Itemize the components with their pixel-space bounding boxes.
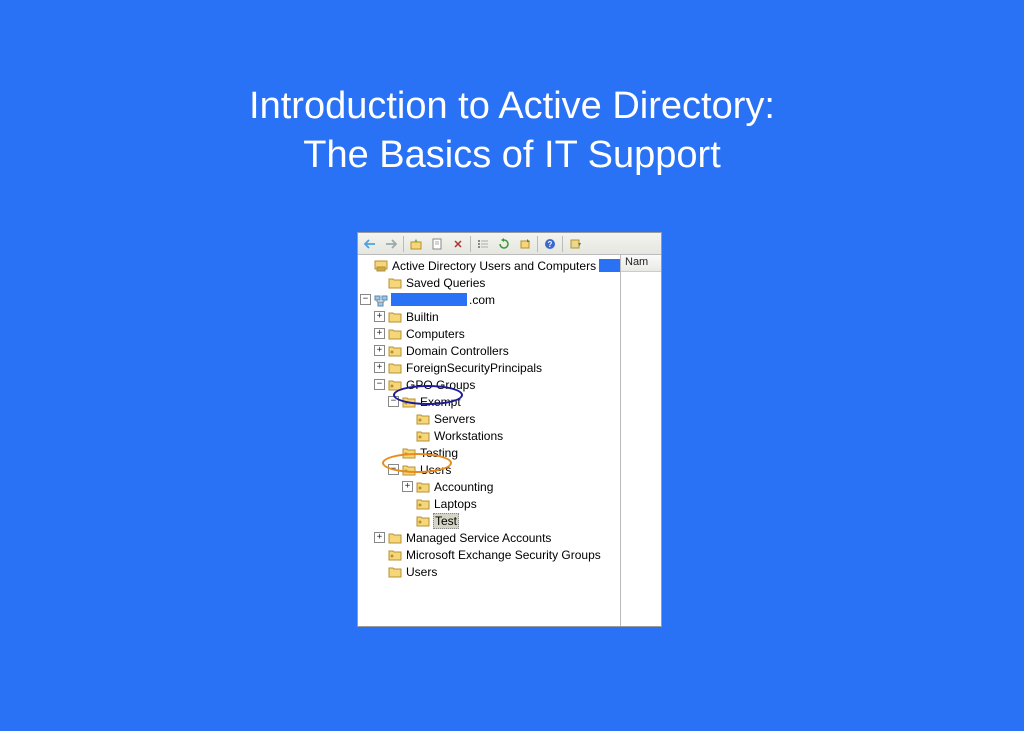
expander-plus-icon[interactable]: + [374, 362, 385, 373]
ou-icon [388, 548, 402, 562]
tree-node-builtin[interactable]: + Builtin [360, 308, 620, 325]
expander-minus-icon[interactable]: − [360, 294, 371, 305]
ou-icon [402, 395, 416, 409]
folder-icon [388, 531, 402, 545]
svg-text:?: ? [548, 240, 553, 249]
tree-label: Accounting [433, 480, 494, 494]
tree-label: Testing [419, 446, 459, 460]
nav-forward-button[interactable] [381, 235, 401, 253]
details-panel: Nam [621, 255, 661, 626]
tree-label: Exempt [419, 395, 462, 409]
tree-label: Microsoft Exchange Security Groups [405, 548, 602, 562]
tree-label-selected: Test [433, 513, 459, 529]
slide-title: Introduction to Active Directory: The Ba… [0, 82, 1024, 181]
tree-node-domain[interactable]: − .com [360, 291, 620, 308]
tree-view[interactable]: Active Directory Users and Computers Sav… [358, 255, 620, 582]
tree-node-exempt[interactable]: − Exempt [360, 393, 620, 410]
folder-icon [388, 276, 402, 290]
ou-icon [416, 497, 430, 511]
properties-button[interactable] [427, 235, 447, 253]
folder-icon [388, 361, 402, 375]
folder-icon [388, 327, 402, 341]
redacted-domain-name [391, 293, 467, 306]
tree-label: .com [468, 293, 496, 307]
tree-label: Managed Service Accounts [405, 531, 552, 545]
ou-icon [416, 514, 430, 528]
main-area: Active Directory Users and Computers Sav… [358, 255, 661, 626]
aduc-icon [374, 259, 388, 273]
tree-label: Active Directory Users and Computers [391, 259, 597, 273]
folder-icon [388, 310, 402, 324]
expander-plus-icon[interactable]: + [402, 481, 413, 492]
tree-node-testing[interactable]: Testing [360, 444, 620, 461]
tree-label: Builtin [405, 310, 440, 324]
tree-node-workstations[interactable]: Workstations [360, 427, 620, 444]
ou-icon [402, 446, 416, 460]
tree-node-computers[interactable]: + Computers [360, 325, 620, 342]
tree-node-gpo-groups[interactable]: − GPO Groups [360, 376, 620, 393]
up-button[interactable] [406, 235, 426, 253]
tree-label: Computers [405, 327, 466, 341]
tree-node-fsp[interactable]: + ForeignSecurityPrincipals [360, 359, 620, 376]
tree-node-servers[interactable]: Servers [360, 410, 620, 427]
tree-node-domain-controllers[interactable]: + Domain Controllers [360, 342, 620, 359]
tree-node-accounting[interactable]: + Accounting [360, 478, 620, 495]
title-line-1: Introduction to Active Directory: [0, 82, 1024, 131]
ou-icon [416, 480, 430, 494]
toolbar-separator [562, 236, 563, 252]
filter-button[interactable] [565, 235, 585, 253]
nav-back-button[interactable] [360, 235, 380, 253]
column-header-name[interactable]: Nam [621, 255, 661, 272]
toolbar-separator [537, 236, 538, 252]
expander-minus-icon[interactable]: − [388, 464, 399, 475]
tree-label: ForeignSecurityPrincipals [405, 361, 543, 375]
tree-label: Servers [433, 412, 476, 426]
expander-plus-icon[interactable]: + [374, 532, 385, 543]
tree-label: Users [405, 565, 438, 579]
tree-node-laptops[interactable]: Laptops [360, 495, 620, 512]
export-button[interactable] [515, 235, 535, 253]
expander-minus-icon[interactable]: − [388, 396, 399, 407]
title-line-2: The Basics of IT Support [0, 131, 1024, 180]
expander-plus-icon[interactable]: + [374, 311, 385, 322]
tree-node-test[interactable]: Test [360, 512, 620, 529]
tree-label: Users [419, 463, 452, 477]
toolbar-separator [403, 236, 404, 252]
tree-label: Domain Controllers [405, 344, 510, 358]
tree-node-mesg[interactable]: Microsoft Exchange Security Groups [360, 546, 620, 563]
expander-plus-icon[interactable]: + [374, 345, 385, 356]
expander-plus-icon[interactable]: + [374, 328, 385, 339]
tree-node-users[interactable]: Users [360, 563, 620, 580]
ou-icon [402, 463, 416, 477]
folder-icon [388, 565, 402, 579]
tree-label: Workstations [433, 429, 504, 443]
ou-icon [416, 412, 430, 426]
tree-root-aduc[interactable]: Active Directory Users and Computers [360, 257, 620, 274]
help-button[interactable]: ? [540, 235, 560, 253]
active-directory-screenshot: ? Active Directory Users and Computers [357, 232, 662, 627]
expander-minus-icon[interactable]: − [374, 379, 385, 390]
ou-icon [416, 429, 430, 443]
list-button[interactable] [473, 235, 493, 253]
tree-node-saved-queries[interactable]: Saved Queries [360, 274, 620, 291]
tree-label: Laptops [433, 497, 478, 511]
tree-label: Saved Queries [405, 276, 486, 290]
tree-panel: Active Directory Users and Computers Sav… [358, 255, 621, 626]
toolbar: ? [358, 233, 661, 255]
tree-label: GPO Groups [405, 378, 476, 392]
redacted-text [599, 259, 620, 272]
delete-button[interactable] [448, 235, 468, 253]
tree-node-users-ou[interactable]: − Users [360, 461, 620, 478]
domain-icon [374, 293, 388, 307]
tree-node-msa[interactable]: + Managed Service Accounts [360, 529, 620, 546]
toolbar-separator [470, 236, 471, 252]
refresh-button[interactable] [494, 235, 514, 253]
ou-icon [388, 344, 402, 358]
ou-icon [388, 378, 402, 392]
